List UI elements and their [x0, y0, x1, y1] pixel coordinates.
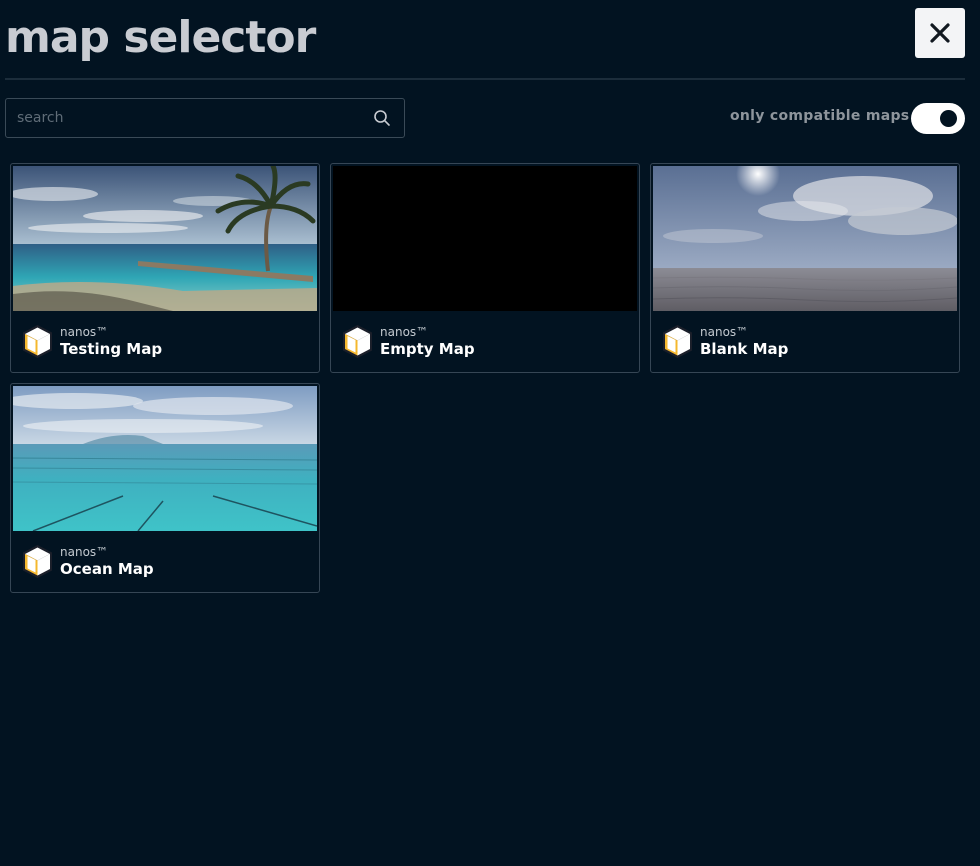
map-thumbnail — [13, 386, 317, 531]
map-name: Empty Map — [380, 340, 475, 358]
map-name: Blank Map — [700, 340, 789, 358]
map-card-ocean[interactable]: nanos™ Ocean Map — [10, 383, 320, 593]
compatible-maps-label: only compatible maps — [730, 108, 910, 124]
package-icon — [663, 325, 692, 358]
map-thumbnail — [653, 166, 957, 311]
package-icon — [23, 325, 52, 358]
toggle-knob — [940, 110, 957, 127]
search-icon[interactable] — [373, 109, 391, 127]
map-thumbnail — [333, 166, 637, 311]
map-author: nanos™ — [60, 325, 109, 339]
close-icon — [930, 23, 950, 43]
search-input[interactable] — [6, 99, 366, 137]
map-name: Ocean Map — [60, 560, 154, 578]
map-author: nanos™ — [700, 325, 749, 339]
map-thumbnail — [13, 166, 317, 311]
package-icon — [343, 325, 372, 358]
page-title: map selector — [5, 12, 316, 63]
map-card-empty[interactable]: nanos™ Empty Map — [330, 163, 640, 373]
map-card-blank[interactable]: nanos™ Blank Map — [650, 163, 960, 373]
map-card-testing[interactable]: nanos™ Testing Map — [10, 163, 320, 373]
map-author: nanos™ — [60, 545, 109, 559]
close-button[interactable] — [915, 8, 965, 58]
package-icon — [23, 545, 52, 578]
compatible-maps-toggle[interactable] — [911, 103, 965, 134]
map-author: nanos™ — [380, 325, 429, 339]
search-box[interactable] — [5, 98, 405, 138]
header-divider — [5, 78, 965, 80]
map-name: Testing Map — [60, 340, 163, 358]
